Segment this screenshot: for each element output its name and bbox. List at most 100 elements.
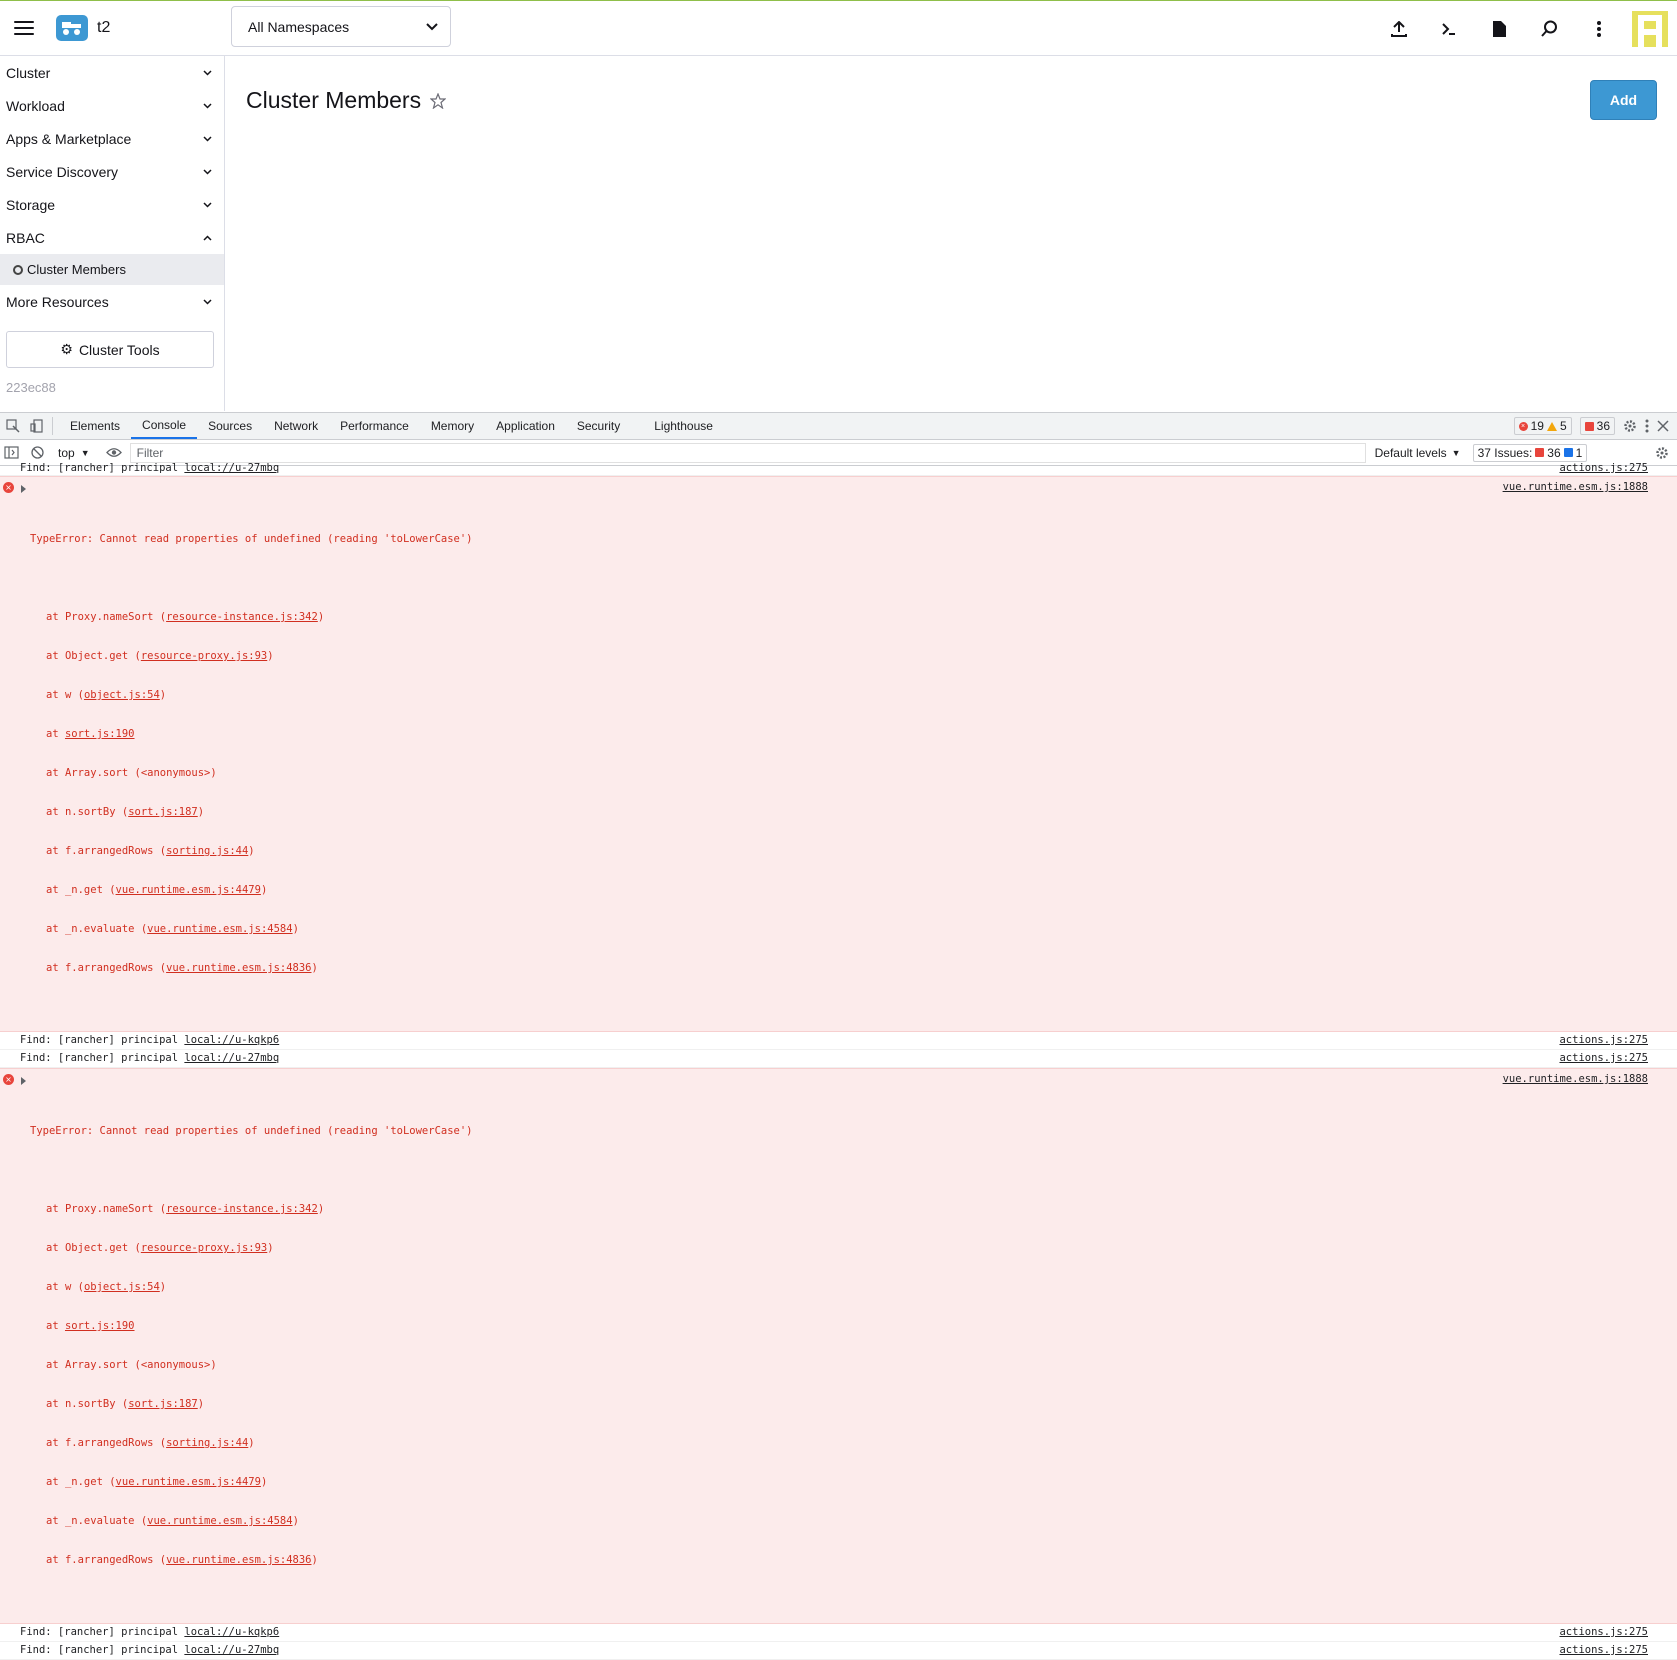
log-source-link[interactable]: actions.js:275 — [1559, 462, 1648, 475]
sidebar-item-label: More Resources — [6, 293, 109, 310]
hamburger-menu-icon[interactable] — [14, 21, 34, 35]
tab-memory[interactable]: Memory — [420, 413, 485, 439]
file-icon[interactable] — [1474, 1, 1524, 56]
console-error-row: × TypeError: Cannot read properties of u… — [0, 1068, 1677, 1624]
issues-counter[interactable]: 36 — [1579, 417, 1615, 435]
levels-select[interactable]: Default levels — [1375, 446, 1447, 460]
device-toolbar-icon[interactable] — [30, 419, 44, 433]
stack-link[interactable]: vue.runtime.esm.js:4836 — [166, 962, 311, 974]
stack-link[interactable]: object.js:54 — [84, 1281, 160, 1293]
filter-input[interactable]: Filter — [129, 442, 1366, 463]
log-link[interactable]: local://u-27mbq — [184, 1644, 279, 1656]
log-link[interactable]: local://u-kqkp6 — [184, 1626, 279, 1638]
error-source-link[interactable]: vue.runtime.esm.js:1888 — [1503, 481, 1648, 494]
tab-console[interactable]: Console — [131, 413, 198, 439]
tab-sources[interactable]: Sources — [197, 413, 263, 439]
log-text: Find: [rancher] principal — [20, 1644, 185, 1656]
stack-link[interactable]: resource-proxy.js:93 — [141, 1242, 267, 1254]
terminal-icon[interactable] — [1424, 1, 1474, 56]
caret-down-icon: ▼ — [80, 447, 90, 458]
cluster-tools-button[interactable]: ⚙ Cluster Tools — [6, 331, 214, 368]
error-source-link[interactable]: vue.runtime.esm.js:1888 — [1503, 1073, 1648, 1086]
stack-frame: at _n.evaluate (vue.runtime.esm.js:4584) — [46, 923, 299, 935]
sidebar-item-apps-marketplace[interactable]: Apps & Marketplace — [0, 122, 224, 155]
log-text: Find: [rancher] principal — [20, 1052, 185, 1064]
tab-elements[interactable]: Elements — [59, 413, 131, 439]
log-source-link[interactable]: actions.js:275 — [1559, 1034, 1648, 1047]
expand-triangle-icon[interactable] — [21, 1077, 26, 1085]
sidebar-item-more-resources[interactable]: More Resources — [0, 285, 224, 318]
stack-trace: at Proxy.nameSort (resource-instance.js:… — [30, 585, 1677, 1001]
expand-triangle-icon[interactable] — [21, 485, 26, 493]
close-icon[interactable] — [1657, 420, 1669, 432]
stack-link[interactable]: resource-instance.js:342 — [166, 1203, 318, 1215]
stack-frame: at Array.sort (<anonymous>) — [46, 767, 217, 779]
cluster-logo-icon[interactable] — [56, 15, 88, 41]
stack-link[interactable]: object.js:54 — [84, 689, 160, 701]
stack-link[interactable]: vue.runtime.esm.js:4479 — [116, 1476, 261, 1488]
log-source-link[interactable]: actions.js:275 — [1559, 1626, 1648, 1639]
main-content: Cluster Members Add — [226, 56, 1677, 411]
star-icon[interactable] — [430, 92, 447, 109]
log-link[interactable]: local://u-kqkp6 — [184, 1034, 279, 1046]
stack-frame: at Proxy.nameSort (resource-instance.js:… — [46, 611, 325, 623]
log-source-link[interactable]: actions.js:275 — [1559, 1644, 1648, 1657]
stack-link[interactable]: sort.js:190 — [65, 728, 135, 740]
log-link[interactable]: local://u-27mbq — [184, 462, 279, 474]
console-settings-icon[interactable] — [1655, 446, 1669, 460]
stack-frame: at _n.get (vue.runtime.esm.js:4479) — [46, 1476, 268, 1488]
upload-icon[interactable] — [1374, 1, 1424, 56]
stack-frame: at Object.get (resource-proxy.js:93) — [46, 1242, 274, 1254]
kebab-menu-icon[interactable] — [1645, 419, 1649, 433]
clear-console-icon[interactable] — [31, 446, 44, 459]
stack-link[interactable]: resource-proxy.js:93 — [141, 650, 267, 662]
sidebar-item-label: Cluster — [6, 64, 51, 81]
user-avatar[interactable] — [1632, 10, 1668, 47]
page-title-text: Cluster Members — [246, 87, 422, 113]
page-title: Cluster Members — [246, 87, 447, 114]
sidebar-item-storage[interactable]: Storage — [0, 188, 224, 221]
devtools-tabbar: Elements Console Sources Network Perform… — [0, 413, 1677, 440]
settings-gear-icon[interactable] — [1623, 419, 1637, 433]
sidebar-item-cluster[interactable]: Cluster — [0, 56, 224, 89]
chevron-down-icon — [203, 102, 212, 109]
error-message: TypeError: Cannot read properties of und… — [30, 533, 473, 545]
sidebar-item-service-discovery[interactable]: Service Discovery — [0, 155, 224, 188]
namespace-select[interactable]: All Namespaces — [231, 6, 451, 47]
stack-frame: at f.arrangedRows (sorting.js:44) — [46, 1437, 255, 1449]
inspect-element-icon[interactable] — [6, 419, 20, 433]
stack-link[interactable]: vue.runtime.esm.js:4584 — [147, 1515, 292, 1527]
stack-link[interactable]: sort.js:187 — [128, 806, 198, 818]
tab-security[interactable]: Security — [566, 413, 631, 439]
stack-link[interactable]: vue.runtime.esm.js:4584 — [147, 923, 292, 935]
stack-link[interactable]: sort.js:190 — [65, 1320, 135, 1332]
sidebar-toggle-icon[interactable] — [4, 446, 19, 459]
sidebar-item-cluster-members[interactable]: Cluster Members — [0, 254, 224, 285]
sidebar-item-rbac[interactable]: RBAC — [0, 221, 224, 254]
error-warning-counter[interactable]: × 19 5 — [1513, 417, 1572, 435]
stack-link[interactable]: vue.runtime.esm.js:4836 — [166, 1554, 311, 1566]
chevron-down-icon — [203, 168, 212, 175]
eye-icon[interactable] — [105, 447, 122, 458]
context-select[interactable]: top — [58, 446, 75, 460]
stack-link[interactable]: sort.js:187 — [128, 1398, 198, 1410]
search-icon[interactable] — [1524, 1, 1574, 56]
sidebar-item-label: RBAC — [6, 229, 45, 246]
chevron-down-icon — [203, 69, 212, 76]
globe-icon — [13, 264, 23, 275]
log-source-link[interactable]: actions.js:275 — [1559, 1052, 1648, 1065]
stack-link[interactable]: resource-instance.js:342 — [166, 611, 318, 623]
stack-link[interactable]: sorting.js:44 — [166, 845, 248, 857]
tab-network[interactable]: Network — [263, 413, 329, 439]
tab-lighthouse[interactable]: Lighthouse — [643, 413, 724, 439]
issues-button[interactable]: 37 Issues: 36 1 — [1472, 443, 1588, 462]
tab-performance[interactable]: Performance — [329, 413, 420, 439]
stack-link[interactable]: vue.runtime.esm.js:4479 — [116, 884, 261, 896]
tab-application[interactable]: Application — [485, 413, 566, 439]
add-button[interactable]: Add — [1590, 80, 1657, 120]
stack-link[interactable]: sorting.js:44 — [166, 1437, 248, 1449]
log-link[interactable]: local://u-27mbq — [184, 1052, 279, 1064]
console-log-row: Find: [rancher] principal local://u-27mb… — [0, 1642, 1677, 1660]
sidebar-item-workload[interactable]: Workload — [0, 89, 224, 122]
kebab-menu-icon[interactable] — [1574, 1, 1624, 56]
